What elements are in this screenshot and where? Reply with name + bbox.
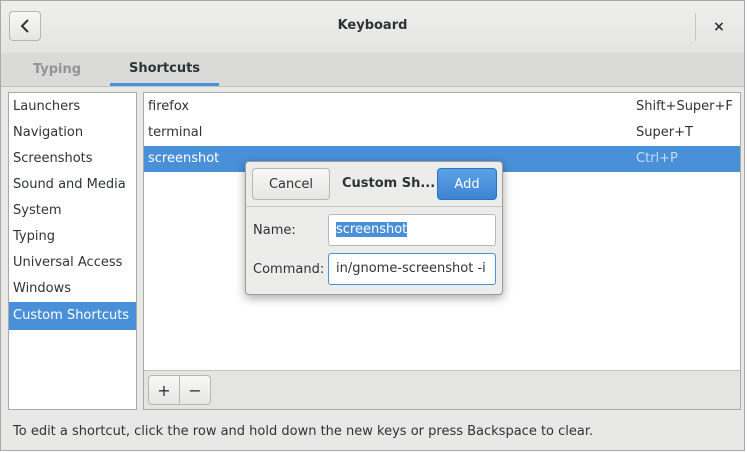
sidebar-item-sound-and-media[interactable]: Sound and Media	[9, 172, 136, 198]
command-label: Command:	[253, 262, 325, 277]
shortcut-row[interactable]: firefox Shift+Super+F	[144, 94, 740, 120]
tab-bar: Typing Shortcuts	[1, 53, 744, 87]
name-label: Name:	[253, 223, 296, 238]
sidebar-item-custom-shortcuts[interactable]: Custom Shortcuts	[9, 302, 136, 330]
window-title: Keyboard	[337, 18, 408, 33]
sidebar-item-universal-access[interactable]: Universal Access	[9, 250, 136, 276]
shortcut-category-list: Launchers Navigation Screenshots Sound a…	[8, 92, 137, 410]
shortcut-accelerator: Ctrl+P	[636, 151, 678, 166]
remove-shortcut-button[interactable]: −	[179, 375, 211, 405]
tab-typing[interactable]: Typing	[9, 53, 105, 86]
titlebar-separator	[695, 13, 696, 41]
cancel-button[interactable]: Cancel	[252, 168, 330, 200]
name-field[interactable]: screenshot	[328, 214, 496, 246]
dialog-title: Custom Sh...	[342, 176, 436, 191]
custom-shortcut-dialog: Cancel Custom Sh... Add Name: screenshot…	[245, 161, 503, 295]
keyboard-settings-window: Keyboard × Typing Shortcuts Launchers Na…	[0, 0, 745, 451]
sidebar-item-windows[interactable]: Windows	[9, 276, 136, 302]
shortcut-name: screenshot	[148, 151, 220, 166]
shortcut-accelerator: Super+T	[636, 125, 693, 140]
close-button[interactable]: ×	[707, 15, 731, 39]
shortcut-name: terminal	[148, 125, 203, 140]
list-toolbar: + −	[144, 370, 740, 409]
dialog-header: Cancel Custom Sh... Add	[246, 162, 502, 207]
minus-icon: −	[188, 380, 202, 400]
shortcut-name: firefox	[148, 99, 190, 114]
name-field-value: screenshot	[336, 222, 408, 237]
plus-icon: +	[157, 380, 171, 400]
sidebar-item-screenshots[interactable]: Screenshots	[9, 146, 136, 172]
sidebar-item-typing[interactable]: Typing	[9, 224, 136, 250]
sidebar-item-launchers[interactable]: Launchers	[9, 94, 136, 120]
command-field-value: in/gnome-screenshot -i	[336, 261, 486, 276]
title-bar: Keyboard ×	[1, 1, 744, 54]
command-field[interactable]: in/gnome-screenshot -i	[328, 253, 496, 285]
close-icon: ×	[713, 19, 725, 35]
sidebar-item-system[interactable]: System	[9, 198, 136, 224]
add-button[interactable]: Add	[437, 168, 497, 200]
shortcut-hint-text: To edit a shortcut, click the row and ho…	[13, 424, 594, 439]
sidebar-item-navigation[interactable]: Navigation	[9, 120, 136, 146]
tab-shortcuts[interactable]: Shortcuts	[110, 53, 219, 86]
shortcut-accelerator: Shift+Super+F	[636, 99, 733, 114]
add-shortcut-button[interactable]: +	[148, 375, 180, 405]
shortcut-row[interactable]: terminal Super+T	[144, 120, 740, 146]
